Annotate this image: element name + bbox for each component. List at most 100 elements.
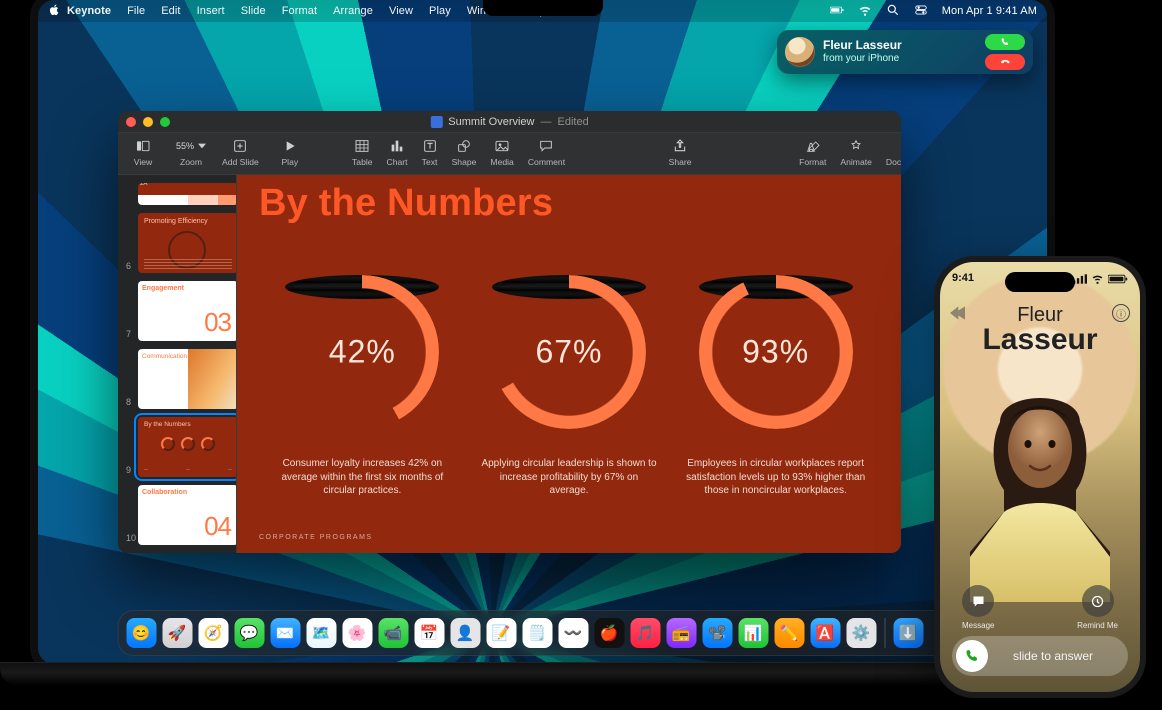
slide-footer: CORPORATE PROGRAMS [259, 534, 373, 541]
menu-play[interactable]: Play [429, 5, 451, 17]
laptop-notch [483, 0, 603, 16]
toolbar-share-button[interactable]: Share [669, 137, 692, 167]
document-title: Summit Overview — Edited [430, 116, 588, 128]
slide-thumb[interactable]: 2A [138, 183, 237, 205]
accept-call-button[interactable] [985, 34, 1025, 50]
toolbar-text-button[interactable]: Text [422, 137, 438, 167]
caller-name: Fleur Lasseur [823, 39, 902, 53]
laptop-lid: Keynote File Edit Insert Slide Format Ar… [30, 0, 1055, 672]
slide-thumb[interactable]: Promoting Efficiency [138, 213, 237, 273]
control-center-icon[interactable] [914, 3, 928, 20]
close-window-button[interactable] [126, 117, 136, 127]
dock-app-pages[interactable]: ✏️ [774, 618, 804, 648]
dock-app-safari[interactable]: 🧭 [198, 618, 228, 648]
wifi-icon[interactable] [858, 3, 872, 20]
dock-app-podcasts[interactable]: 📻 [666, 618, 696, 648]
dock-app-contacts[interactable]: 👤 [450, 618, 480, 648]
donut-ring: 93% [699, 275, 853, 429]
remind-me-button[interactable]: Remind Me [1077, 585, 1118, 630]
donut-ring: 67% [492, 275, 646, 429]
toolbar-media-button[interactable]: Media [490, 137, 513, 167]
document-status: Edited [557, 116, 588, 128]
menubar-right: Mon Apr 1 9:41 AM [830, 3, 1037, 20]
dock-app-music[interactable]: 🎵 [630, 618, 660, 648]
dock-app-messages[interactable]: 💬 [234, 618, 264, 648]
dock-downloads[interactable]: ⬇️ [893, 618, 923, 648]
menu-slide[interactable]: Slide [241, 5, 266, 17]
slide-thumb[interactable]: Collaboration 04 [138, 485, 237, 545]
dock-app-notes[interactable]: 🗒️ [522, 618, 552, 648]
toolbar-shape-button[interactable]: Shape [452, 137, 477, 167]
iphone-time: 9:41 [952, 272, 974, 285]
menu-file[interactable]: File [127, 5, 145, 17]
answer-knob[interactable] [956, 640, 988, 672]
slide-thumb-selected[interactable]: By the Numbers ——— [138, 417, 237, 477]
macos-desktop: Keynote File Edit Insert Slide Format Ar… [38, 0, 1047, 664]
toolbar-chart-button[interactable]: Chart [387, 137, 408, 167]
dynamic-island [1005, 272, 1075, 292]
ring-caption: Consumer loyalty increases 42% on averag… [272, 457, 452, 498]
slide-thumb[interactable]: Engagement 03 [138, 281, 237, 341]
dock-app-numbers[interactable]: 📊 [738, 618, 768, 648]
toolbar-animate-button[interactable]: Animate [840, 137, 872, 167]
dock-app-launchpad[interactable]: 🚀 [162, 618, 192, 648]
window-titlebar[interactable]: Summit Overview — Edited [118, 111, 901, 133]
slide-thumb[interactable]: Communication Channels [138, 349, 237, 409]
caller-avatar [785, 37, 815, 67]
zoom-window-button[interactable] [160, 117, 170, 127]
document-name: Summit Overview [448, 116, 534, 128]
incoming-call-notification[interactable]: Fleur Lasseur from your iPhone [777, 30, 1033, 74]
message-button[interactable]: Message [962, 585, 994, 630]
menu-view[interactable]: View [389, 5, 413, 17]
dock-app-calendar[interactable]: 📅 [414, 618, 444, 648]
donut-ring: 42% [285, 275, 439, 429]
slide-canvas[interactable]: By the Numbers 42% 67% 93% Consumer loya… [237, 175, 901, 553]
toolbar-play-button[interactable]: Play [273, 137, 307, 167]
toolbar-document-button[interactable]: Document [886, 137, 901, 167]
slide-heading: By the Numbers [259, 182, 553, 225]
menubar-clock[interactable]: Mon Apr 1 9:41 AM [942, 5, 1037, 17]
slide-navigator[interactable]: 2A 6 Promoting Efficiency 7 [118, 175, 237, 553]
toolbar-add-slide-button[interactable]: Add Slide [222, 137, 259, 167]
dock-app-facetime[interactable]: 📹 [378, 618, 408, 648]
dock-separator [884, 618, 885, 648]
battery-icon[interactable] [830, 3, 844, 20]
dock-app-finder[interactable]: 😊 [126, 618, 156, 648]
dock-app-tv[interactable]: 🍎 [594, 618, 624, 648]
dock-app-photos[interactable]: 🌸 [342, 618, 372, 648]
dock: 😊🚀🧭💬✉️🗺️🌸📹📅👤📝🗒️〰️🍎🎵📻📽️📊✏️🅰️⚙️ ⬇️ [117, 610, 968, 656]
slide-to-answer[interactable]: slide to answer [952, 636, 1128, 676]
macbook: Keynote File Edit Insert Slide Format Ar… [30, 0, 1055, 686]
decline-call-button[interactable] [985, 54, 1025, 70]
toolbar-zoom-button[interactable]: 55% Zoom [174, 137, 208, 167]
iphone-status-icons [1073, 272, 1128, 285]
menu-insert[interactable]: Insert [197, 5, 225, 17]
call-action-row: Message Remind Me [940, 585, 1140, 630]
laptop-base [0, 662, 1085, 686]
dock-app-keynote[interactable]: 📽️ [702, 618, 732, 648]
donut-charts: 42% 67% 93% [237, 275, 901, 429]
caller-source: from your iPhone [823, 53, 902, 65]
menu-format[interactable]: Format [282, 5, 317, 17]
dock-app-reminders[interactable]: 📝 [486, 618, 516, 648]
toolbar-format-button[interactable]: Format [799, 137, 826, 167]
toolbar-view-button[interactable]: View [126, 137, 160, 167]
keynote-window: Summit Overview — Edited View 55% Zoom [118, 111, 901, 553]
toolbar-comment-button[interactable]: Comment [528, 137, 565, 167]
ring-caption: Applying circular leadership is shown to… [479, 457, 659, 498]
menu-edit[interactable]: Edit [161, 5, 180, 17]
dock-app-system-settings[interactable]: ⚙️ [846, 618, 876, 648]
dock-app-mail[interactable]: ✉️ [270, 618, 300, 648]
caller-name-large: Fleur Lasseur [940, 304, 1140, 357]
menubar-app-name[interactable]: Keynote [67, 5, 111, 17]
apple-menu-icon[interactable] [48, 3, 61, 19]
ring-caption: Employees in circular workplaces report … [686, 457, 866, 498]
minimize-window-button[interactable] [143, 117, 153, 127]
dock-app-freeform[interactable]: 〰️ [558, 618, 588, 648]
menu-arrange[interactable]: Arrange [333, 5, 373, 17]
toolbar-table-button[interactable]: Table [352, 137, 373, 167]
caller-photo [960, 382, 1120, 602]
dock-app-maps[interactable]: 🗺️ [306, 618, 336, 648]
spotlight-icon[interactable] [886, 3, 900, 20]
dock-app-app-store[interactable]: 🅰️ [810, 618, 840, 648]
